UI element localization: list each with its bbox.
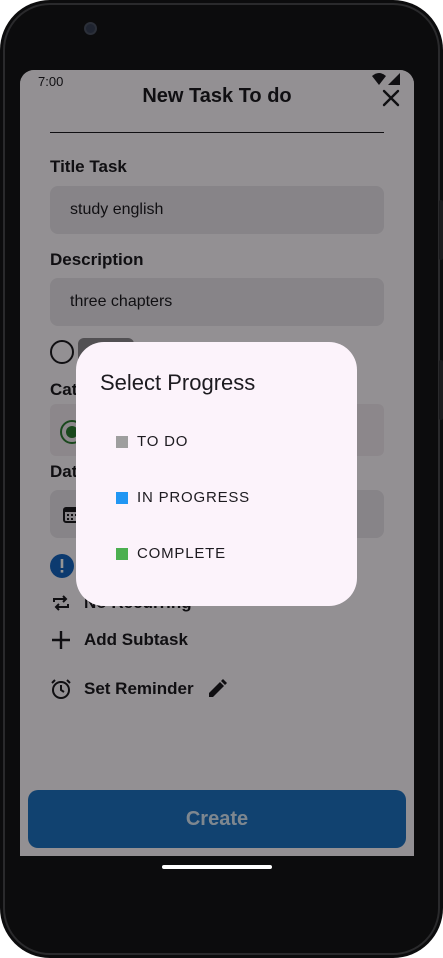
front-camera <box>84 22 97 35</box>
dialog-title: Select Progress <box>100 370 256 395</box>
select-progress-dialog: Select Progress TO DO IN PROGRESS COMPLE… <box>76 342 357 606</box>
option-to-do[interactable]: TO DO <box>116 433 188 450</box>
home-indicator[interactable] <box>162 865 272 869</box>
option-label: COMPLETE <box>137 545 226 562</box>
phone-frame: 7:00 New Task To do Title Task study eng… <box>0 0 443 958</box>
volume-down-button <box>439 360 443 420</box>
complete-color-swatch <box>116 547 128 560</box>
option-in-progress[interactable]: IN PROGRESS <box>116 489 250 506</box>
option-complete[interactable]: COMPLETE <box>116 545 226 562</box>
in-progress-color-swatch <box>116 491 128 504</box>
todo-color-swatch <box>116 435 128 448</box>
volume-up-button <box>439 200 443 260</box>
option-label: TO DO <box>137 433 189 450</box>
option-label: IN PROGRESS <box>137 489 250 506</box>
